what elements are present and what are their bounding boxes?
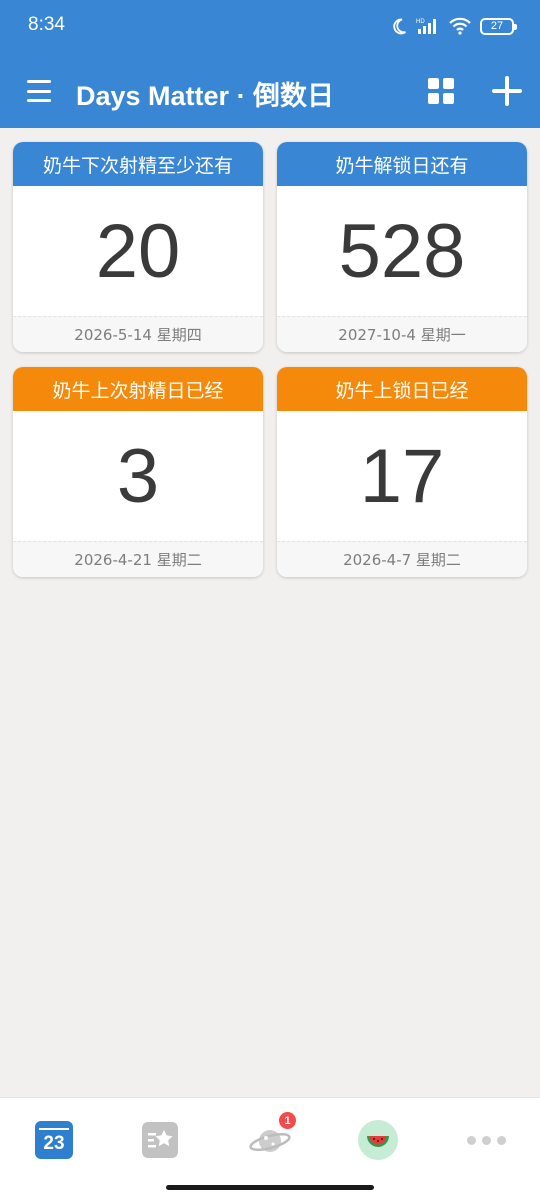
nav-watermelon[interactable]: [356, 1118, 400, 1162]
nav-discover[interactable]: 1: [248, 1112, 296, 1162]
event-card[interactable]: 奶牛上次射精日已经 3 2026-4-21 星期二: [13, 367, 263, 577]
card-date: 2026-4-21 星期二: [13, 541, 263, 577]
card-title: 奶牛上次射精日已经: [13, 367, 263, 411]
header: 8:34 HD 27 Days Matter · 倒数日: [0, 0, 540, 128]
battery-icon: 27: [480, 17, 517, 35]
status-time: 8:34: [28, 14, 65, 35]
card-date: 2027-10-4 星期一: [277, 316, 527, 352]
watermelon-icon: [358, 1120, 398, 1160]
notification-badge: 1: [279, 1112, 296, 1129]
status-icons: HD 27: [390, 14, 517, 38]
status-bar: 8:34 HD 27: [0, 0, 540, 52]
svg-text:HD: HD: [416, 19, 425, 25]
nav-calendar[interactable]: 23: [32, 1118, 76, 1162]
menu-icon[interactable]: [24, 76, 54, 106]
event-card[interactable]: 奶牛上锁日已经 17 2026-4-7 星期二: [277, 367, 527, 577]
card-title: 奶牛上锁日已经: [277, 367, 527, 411]
battery-level: 27: [490, 20, 504, 32]
card-title: 奶牛解锁日还有: [277, 142, 527, 186]
star-list-icon: [142, 1122, 178, 1158]
card-day-count: 20: [95, 208, 181, 294]
home-indicator[interactable]: [166, 1185, 374, 1190]
app-bar: Days Matter · 倒数日: [0, 56, 540, 126]
add-icon[interactable]: [490, 74, 524, 108]
wifi-icon: [449, 17, 471, 35]
card-date: 2026-5-14 星期四: [13, 316, 263, 352]
calendar-icon: 23: [35, 1121, 73, 1159]
nav-more[interactable]: [464, 1118, 508, 1162]
card-title: 奶牛下次射精至少还有: [13, 142, 263, 186]
moon-icon: [393, 18, 407, 35]
card-day-count: 528: [338, 208, 466, 294]
event-card[interactable]: 奶牛解锁日还有 528 2027-10-4 星期一: [277, 142, 527, 352]
event-card[interactable]: 奶牛下次射精至少还有 20 2026-5-14 星期四: [13, 142, 263, 352]
card-day-count: 17: [359, 433, 445, 519]
more-icon: [466, 1135, 506, 1145]
card-day-count: 3: [116, 433, 160, 519]
calendar-day: 23: [43, 1133, 65, 1154]
signal-icon: HD: [416, 19, 436, 34]
grid-view-icon[interactable]: [428, 78, 454, 104]
card-date: 2026-4-7 星期二: [277, 541, 527, 577]
nav-star-list[interactable]: [138, 1118, 182, 1162]
app-title: Days Matter · 倒数日: [76, 81, 335, 111]
